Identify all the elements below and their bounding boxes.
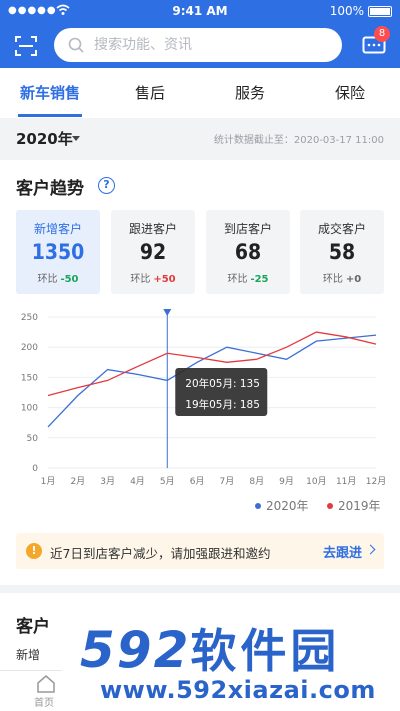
active-tab-indicator [18,114,82,117]
scan-icon[interactable] [14,34,38,58]
kpi-ratio-label: 环比 [37,274,58,285]
kpi-follow-up-customers[interactable]: 跟进客户 92 环比 +50 [111,210,195,294]
status-bar: ●●●●● 9:41 AM 100% [0,0,400,24]
x-tick-label: 7月 [220,476,235,487]
search-input[interactable] [94,34,330,56]
x-tick-label: 11月 [336,476,356,487]
notice-bar[interactable]: ! 近7日到店客户减少，请加强跟进和邀约 去跟进 [16,533,384,569]
kpi-store-visit-customers[interactable]: 到店客户 68 环比 -25 [206,210,290,294]
year-select[interactable]: 2020年 [16,128,73,149]
kpi-value: 58 [328,240,356,264]
kpi-delta: +0 [345,274,362,285]
watermark-url: www.592xiazai.com [100,676,376,704]
kpi-ratio: 环比 -50 [16,270,100,285]
nav-home-label[interactable]: 首页 [34,694,54,709]
x-tick-label: 9月 [279,476,294,487]
x-tick-label: 2月 [70,476,85,487]
filter-bar: 2020年 统计数据截止至：2020-03-17 11:00 [0,118,400,158]
kpi-ratio-label: 环比 [227,274,248,285]
section-subtitle-2: 新增 [16,648,41,662]
search-bar[interactable] [54,28,342,62]
tab-service[interactable]: 服务 [200,68,300,118]
section-title: 客户趋势 [16,179,84,199]
watermark-logo: 592软件园 [80,615,340,681]
x-tick-label: 8月 [249,476,264,487]
y-tick-label: 100 [21,404,38,414]
kpi-value: 92 [139,240,167,264]
kpi-ratio-label: 环比 [130,274,151,285]
legend-marker [255,503,261,509]
kpi-label: 跟进客户 [128,222,177,236]
kpi-label: 到店客户 [223,222,272,236]
notice-text: 近7日到店客户减少，请加强跟进和邀约 [50,546,271,561]
tab-after-sales[interactable]: 售后 [100,68,200,118]
y-tick-label: 250 [21,313,38,323]
tab-new-car-sales[interactable]: 新车销售 [0,68,100,118]
x-tick-label: 6月 [190,476,205,487]
chevron-right-icon [365,544,376,555]
section-title-2: 客户 [16,617,50,637]
search-icon [68,37,84,53]
legend-label: 2020年 [266,499,309,513]
x-tick-label: 5月 [160,476,175,487]
home-icon[interactable] [36,675,56,693]
category-tabs: 新车销售 售后 服务 保险 [0,68,400,118]
y-tick-label: 0 [32,464,38,474]
tab-insurance[interactable]: 保险 [300,68,400,118]
watermark-cn: 软件园 [190,624,341,678]
stat-date: 统计数据截止至：2020-03-17 11:00 [213,135,384,146]
legend-marker [327,503,333,509]
y-tick-label: 200 [21,343,38,353]
kpi-delta: -50 [60,274,79,285]
battery-level: 100% [329,4,364,18]
kpi-ratio: 环比 +0 [300,270,384,285]
kpi-ratio-label: 环比 [322,274,343,285]
kpi-delta: -25 [250,274,269,285]
kpi-new-customers[interactable]: 新增客户 1350 环比 -50 [16,210,100,294]
kpi-value: 68 [234,240,262,264]
x-tick-label: 4月 [130,476,145,487]
warning-icon: ! [26,543,42,559]
tooltip-line: 20年05月: 135 [185,377,260,390]
kpi-value: 1350 [31,240,85,264]
x-tick-label: 3月 [100,476,115,487]
legend-label: 2019年 [338,499,381,513]
tooltip-line: 19年05月: 185 [185,398,260,411]
x-tick-label: 12月 [366,476,386,487]
kpi-ratio: 环比 +50 [111,270,195,285]
kpi-ratio: 环比 -25 [206,270,290,285]
kpi-delta: +50 [153,274,176,285]
y-tick-label: 50 [27,434,39,444]
kpi-closed-customers[interactable]: 成交客户 58 环比 +0 [300,210,384,294]
trend-line-chart[interactable]: 0 50 100 150 200 250 1月 2月 3月 4月 5月 6月 7月 8月 9月 10月 11月 1… [0,300,400,530]
x-tick-label: 10月 [306,476,326,487]
follow-up-link[interactable]: 去跟进 [323,542,362,561]
x-tick-label: 1月 [41,476,56,487]
message-badge: 8 [374,26,390,42]
y-tick-label: 150 [21,373,38,383]
app-header: 8 [0,24,400,68]
watermark-digits: 592 [80,621,191,679]
kpi-label: 成交客户 [317,222,366,236]
battery-icon [368,6,392,17]
caret-down-icon[interactable] [72,136,80,141]
kpi-label: 新增客户 [33,222,82,236]
help-icon[interactable]: ? [98,177,115,194]
highlight-marker-icon [163,309,172,316]
